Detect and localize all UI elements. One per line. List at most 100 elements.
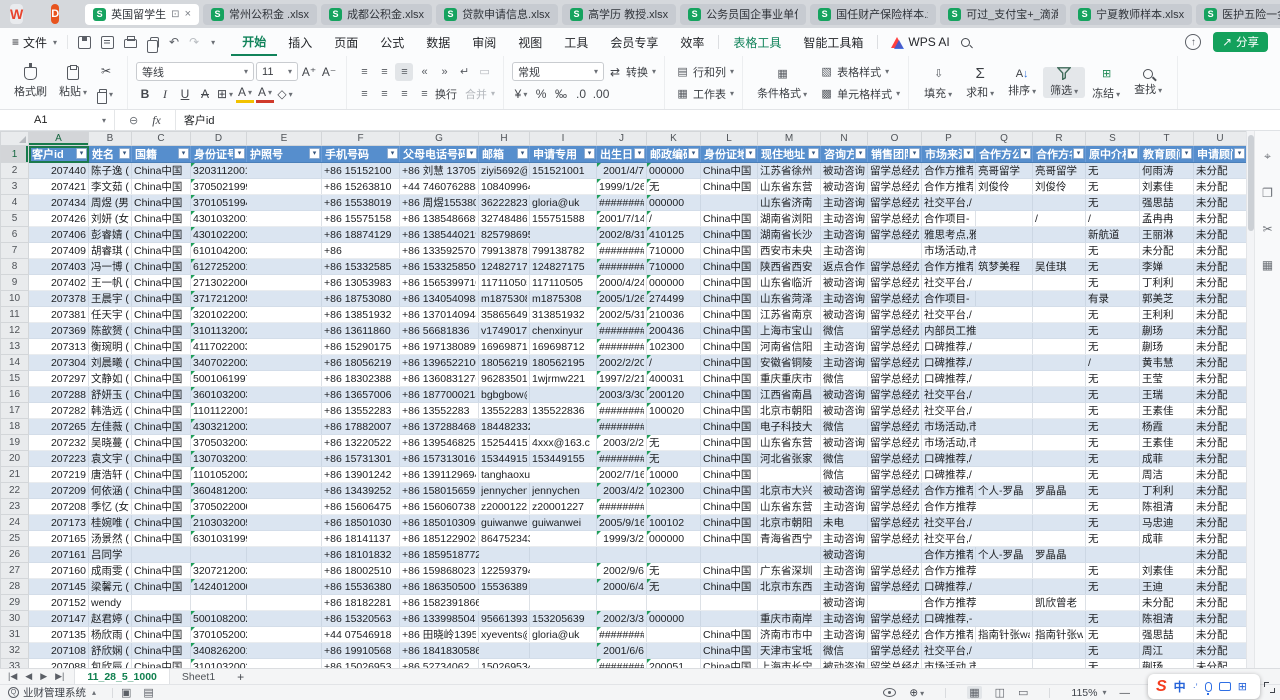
cell[interactable]: 山东省济南 xyxy=(758,195,821,211)
cell[interactable]: 151521001 xyxy=(530,163,597,179)
cell[interactable]: +86 周煜155380 xyxy=(400,195,479,211)
cell[interactable]: +86 1335925706 xyxy=(400,243,479,259)
file-tab[interactable]: S宁夏教师样本.xlsx xyxy=(1070,4,1192,25)
status-doc-icon[interactable]: ▤ xyxy=(143,686,153,699)
cell[interactable]: 210036 xyxy=(647,307,701,323)
cell[interactable]: 710000 xyxy=(647,259,701,275)
file-tab[interactable]: S国任财产保险样本.x xyxy=(810,4,936,25)
font-name-select[interactable]: 等线▾ xyxy=(136,62,254,81)
conditional-format-button[interactable]: ▦ 条件格式▾ xyxy=(751,59,813,107)
cell[interactable]: 吕同学 xyxy=(89,547,132,563)
system-menu-button[interactable]: Q 业财管理系统 ▴ xyxy=(0,685,104,700)
cell[interactable]: 无 xyxy=(1086,659,1140,669)
cell[interactable]: 王瑞 xyxy=(1140,387,1194,403)
cell[interactable]: 被动咨询 xyxy=(821,435,868,451)
cell[interactable]: 360103200303300725 xyxy=(191,387,247,403)
cell[interactable] xyxy=(976,515,1033,531)
cell[interactable]: 无 xyxy=(1086,531,1140,547)
cell[interactable]: China中国 xyxy=(132,627,191,643)
cell[interactable]: 207173 xyxy=(29,515,89,531)
cell[interactable]: 留学总经办 xyxy=(868,531,922,547)
cell[interactable]: 10000 xyxy=(647,467,701,483)
ribbon-tab-插入[interactable]: 插入 xyxy=(277,28,323,56)
cell[interactable]: China中国 xyxy=(132,243,191,259)
cell[interactable]: 留学总经办 xyxy=(868,483,922,499)
column-letter-header[interactable]: D xyxy=(191,132,247,146)
cell[interactable]: wendy xyxy=(89,595,132,611)
cell[interactable] xyxy=(479,547,530,563)
filter-button[interactable]: ▾ xyxy=(1020,148,1031,159)
cell[interactable]: 411702200312270822 xyxy=(191,339,247,355)
copy-icon[interactable] xyxy=(150,37,159,48)
cell[interactable]: 留学总经办 xyxy=(868,563,922,579)
cell[interactable]: 罗晶晶 xyxy=(1033,547,1086,563)
cell[interactable]: 207088 xyxy=(29,659,89,669)
cell[interactable]: 主动咨询 xyxy=(821,563,868,579)
row-header[interactable]: 16 xyxy=(1,387,29,403)
cell[interactable]: +86 13220522 xyxy=(322,435,400,451)
row-header[interactable]: 7 xyxy=(1,243,29,259)
cell[interactable]: China中国 xyxy=(132,211,191,227)
clear-format-button[interactable]: ◇▾ xyxy=(276,85,294,103)
cell[interactable] xyxy=(976,451,1033,467)
italic-button[interactable]: I xyxy=(156,85,174,103)
table-header-cell[interactable]: 现住地址▾ xyxy=(758,146,821,163)
table-style-button[interactable]: 表格样式 xyxy=(837,64,881,80)
cell[interactable]: +86 1850103098 xyxy=(400,515,479,531)
cell[interactable]: China中国 xyxy=(132,195,191,211)
cell[interactable]: 青海省西宁 xyxy=(758,531,821,547)
sort-button[interactable]: A↓ 排序▾ xyxy=(1001,68,1043,98)
cell[interactable]: 周煜 (男) xyxy=(89,195,132,211)
cell[interactable]: 强思喆 xyxy=(1140,195,1194,211)
table-header-cell[interactable]: 申请顾问▾ xyxy=(1194,146,1247,163)
cell[interactable] xyxy=(530,563,597,579)
cell[interactable] xyxy=(247,371,322,387)
cell[interactable]: 710000 xyxy=(647,243,701,259)
column-letter-header[interactable]: G xyxy=(400,132,479,146)
cell[interactable]: 117110505 xyxy=(530,275,597,291)
cell[interactable] xyxy=(976,291,1033,307)
cell[interactable] xyxy=(530,643,597,659)
cell[interactable]: 市场活动,市 xyxy=(922,243,976,259)
cell[interactable]: 未分配 xyxy=(1194,515,1247,531)
cell[interactable]: +86 1391129694 xyxy=(400,467,479,483)
cell[interactable]: 黄韦慧 xyxy=(1140,355,1194,371)
cell[interactable] xyxy=(1033,499,1086,515)
normal-view-icon[interactable]: ▦ xyxy=(967,686,981,699)
cell[interactable] xyxy=(758,467,821,483)
column-letter-header[interactable]: O xyxy=(868,132,922,146)
cell[interactable]: 102300 xyxy=(647,339,701,355)
percent-button[interactable]: % xyxy=(532,85,550,103)
cell[interactable]: 未分配 xyxy=(1194,355,1247,371)
cell[interactable]: 无 xyxy=(1086,499,1140,515)
cell[interactable]: 指南针张walk xyxy=(976,627,1033,643)
increase-decimal-button[interactable]: .0 xyxy=(572,85,590,103)
row-header[interactable]: 6 xyxy=(1,227,29,243)
cell[interactable]: 320721200209060081 xyxy=(191,563,247,579)
cell[interactable]: +86 1396522100 xyxy=(400,355,479,371)
table-header-cell[interactable]: 出生日期▾ xyxy=(597,146,647,163)
decrease-decimal-button[interactable]: .00 xyxy=(592,85,610,103)
cell[interactable] xyxy=(247,403,322,419)
cell[interactable]: 北京市朝阳 xyxy=(758,403,821,419)
ribbon-tab-智能工具箱[interactable]: 智能工具箱 xyxy=(792,28,874,56)
cell[interactable]: / xyxy=(647,355,701,371)
cell[interactable]: 杨欣雨 (女 xyxy=(89,627,132,643)
cell[interactable]: +86 1573130169 xyxy=(400,451,479,467)
cell[interactable]: 100102 xyxy=(647,515,701,531)
cell[interactable] xyxy=(701,195,758,211)
cell[interactable]: 207135 xyxy=(29,627,89,643)
column-letter-header[interactable]: R xyxy=(1033,132,1086,146)
cell[interactable]: +86 1580156591 xyxy=(400,483,479,499)
bold-button[interactable]: B xyxy=(136,85,154,103)
cell[interactable]: 未分配 xyxy=(1194,307,1247,323)
cell[interactable]: ######## xyxy=(597,323,647,339)
cell[interactable]: 社交平台,/ xyxy=(922,195,976,211)
cell[interactable]: 微信 xyxy=(821,419,868,435)
share-button[interactable]: ↗ 分享 xyxy=(1213,32,1268,52)
row-header[interactable]: 28 xyxy=(1,579,29,595)
cell[interactable]: guiwanwei xyxy=(479,515,530,531)
cell[interactable]: 未分配 xyxy=(1194,195,1247,211)
cell[interactable]: 无 xyxy=(647,563,701,579)
cell[interactable]: 有录 xyxy=(1086,291,1140,307)
